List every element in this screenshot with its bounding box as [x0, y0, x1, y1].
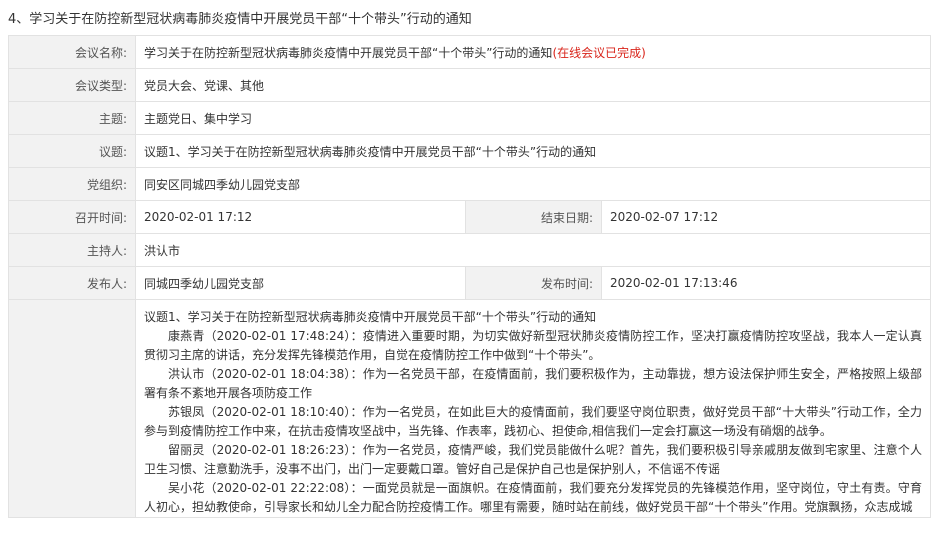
discussion-cell: 议题1、学习关于在防控新型冠状病毒肺炎疫情中开展党员干部“十个带头”行动的通知 … — [135, 299, 931, 518]
agenda-label: 议题: — [8, 134, 136, 168]
theme-label: 主题: — [8, 101, 136, 135]
meeting-type-label: 会议类型: — [8, 68, 136, 102]
publisher-value: 同城四季幼儿园党支部 — [135, 266, 466, 300]
host-label: 主持人: — [8, 233, 136, 267]
row-times: 召开时间: 2020-02-01 17:12 结束日期: 2020-02-07 … — [8, 200, 931, 234]
discussion-topic: 议题1、学习关于在防控新型冠状病毒肺炎疫情中开展党员干部“十个带头”行动的通知 — [144, 310, 597, 324]
start-time-label: 召开时间: — [8, 200, 136, 234]
discussion-entry: 苏银凤（2020-02-01 18:10:40）：作为一名党员，在如此巨大的疫情… — [144, 405, 922, 438]
agenda-value: 议题1、学习关于在防控新型冠状病毒肺炎疫情中开展党员干部“十个带头”行动的通知 — [135, 134, 931, 168]
meeting-info-table: 会议名称: 学习关于在防控新型冠状病毒肺炎疫情中开展党员干部“十个带头”行动的通… — [8, 35, 931, 518]
row-discussion: 议题1、学习关于在防控新型冠状病毒肺炎疫情中开展党员干部“十个带头”行动的通知 … — [8, 299, 931, 518]
publish-time-value: 2020-02-01 17:13:46 — [601, 266, 931, 300]
party-org-value: 同安区同城四季幼儿园党支部 — [135, 167, 931, 201]
discussion-entry: 洪认市（2020-02-01 18:04:38）：作为一名党员干部，在疫情面前，… — [144, 367, 922, 400]
start-time-value: 2020-02-01 17:12 — [135, 200, 466, 234]
row-agenda: 议题: 议题1、学习关于在防控新型冠状病毒肺炎疫情中开展党员干部“十个带头”行动… — [8, 134, 931, 168]
discussion-entry: 康燕青（2020-02-01 17:48:24）：疫情进入重要时期，为切实做好新… — [144, 329, 922, 362]
end-date-label: 结束日期: — [465, 200, 602, 234]
meeting-name-cell: 学习关于在防控新型冠状病毒肺炎疫情中开展党员干部“十个带头”行动的通知(在线会议… — [135, 35, 931, 69]
meeting-name-label: 会议名称: — [8, 35, 136, 69]
publish-time-label: 发布时间: — [465, 266, 602, 300]
discussion-entry: 留丽灵（2020-02-01 18:26:23）：作为一名党员，疫情严峻，我们党… — [144, 443, 922, 476]
theme-value: 主题党日、集中学习 — [135, 101, 931, 135]
row-theme: 主题: 主题党日、集中学习 — [8, 101, 931, 135]
end-date-value: 2020-02-07 17:12 — [601, 200, 931, 234]
host-value: 洪认市 — [135, 233, 931, 267]
meeting-type-value: 党员大会、党课、其他 — [135, 68, 931, 102]
row-meeting-type: 会议类型: 党员大会、党课、其他 — [8, 68, 931, 102]
row-meeting-name: 会议名称: 学习关于在防控新型冠状病毒肺炎疫情中开展党员干部“十个带头”行动的通… — [8, 35, 931, 69]
publisher-label: 发布人: — [8, 266, 136, 300]
page-title: 4、学习关于在防控新型冠状病毒肺炎疫情中开展党员干部“十个带头”行动的通知 — [8, 12, 472, 27]
discussion-label-cell — [8, 299, 136, 518]
row-publisher: 发布人: 同城四季幼儿园党支部 发布时间: 2020-02-01 17:13:4… — [8, 266, 931, 300]
meeting-name-value: 学习关于在防控新型冠状病毒肺炎疫情中开展党员干部“十个带头”行动的通知 — [144, 45, 553, 60]
party-org-label: 党组织: — [8, 167, 136, 201]
meeting-status: (在线会议已完成) — [552, 45, 646, 60]
row-party-org: 党组织: 同安区同城四季幼儿园党支部 — [8, 167, 931, 201]
row-host: 主持人: 洪认市 — [8, 233, 931, 267]
discussion-entry: 吴小花（2020-02-01 22:22:08）：一面党员就是一面旗帜。在疫情面… — [144, 481, 922, 514]
